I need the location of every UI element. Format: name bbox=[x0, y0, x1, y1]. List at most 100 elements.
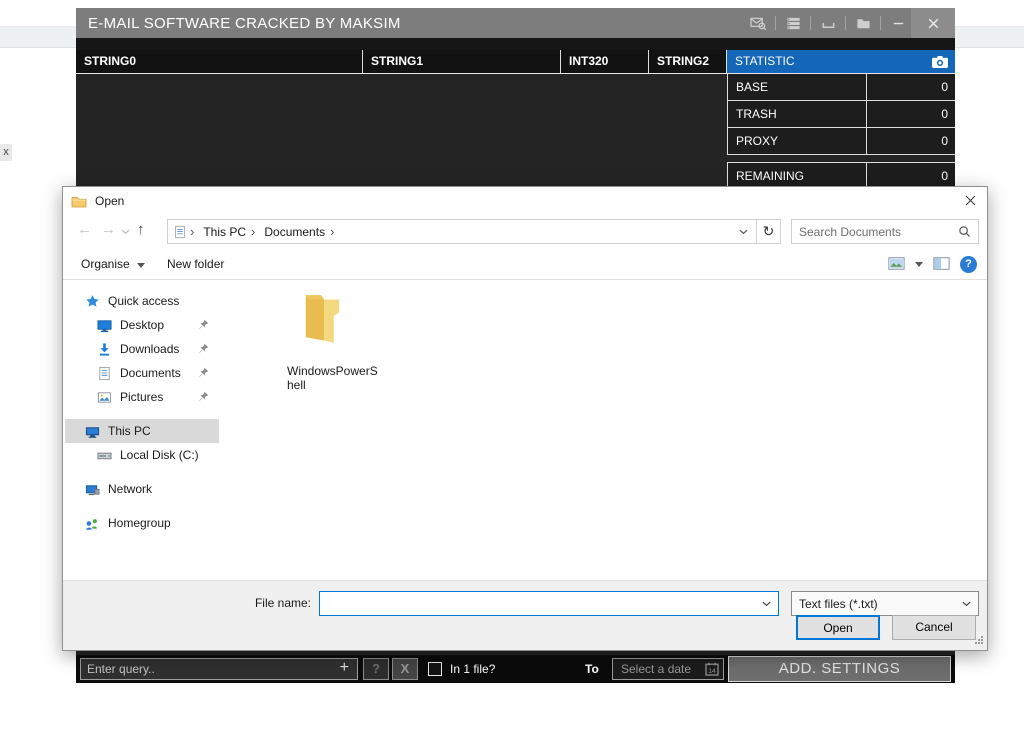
statistic-header[interactable]: STATISTIC bbox=[727, 50, 955, 73]
sidebar-item[interactable]: Local Disk (C:) bbox=[65, 443, 219, 467]
sidebar-item-label: Documents bbox=[120, 366, 181, 380]
file-item[interactable]: WindowsPowerShell bbox=[287, 288, 387, 392]
open-dialog: Open ← → ↑ › This PC›Documents› ↻ bbox=[62, 186, 988, 651]
chevron-down-icon[interactable] bbox=[915, 262, 923, 267]
up-icon[interactable]: ↑ bbox=[137, 221, 145, 238]
file-type-value: Text files (*.txt) bbox=[792, 597, 962, 611]
pin-icon bbox=[198, 343, 209, 354]
column-header[interactable]: STRING0 bbox=[76, 50, 363, 73]
titlebar-gap bbox=[76, 38, 955, 50]
dialog-body: Quick access Desktop Downloads Documents bbox=[63, 280, 987, 580]
folder-icon bbox=[295, 288, 387, 350]
close-button[interactable] bbox=[911, 8, 955, 38]
search-input[interactable] bbox=[792, 225, 958, 239]
folder-icon[interactable] bbox=[850, 8, 876, 38]
refresh-icon[interactable]: ↻ bbox=[756, 220, 780, 243]
statistic-value: 0 bbox=[867, 74, 955, 100]
camera-icon[interactable] bbox=[931, 55, 949, 69]
app-bottom-bar: + ? X In 1 file? To Select a date 14 ADD… bbox=[76, 655, 955, 683]
query-field[interactable]: + bbox=[80, 658, 358, 680]
back-icon[interactable]: ← bbox=[77, 221, 92, 238]
chevron-down-icon[interactable] bbox=[962, 601, 971, 607]
navigation-pane: Quick access Desktop Downloads Documents bbox=[63, 280, 221, 580]
sidebar-item[interactable]: Homegroup bbox=[65, 511, 219, 535]
add-query-button[interactable]: + bbox=[336, 659, 357, 679]
desktop-icon bbox=[97, 318, 114, 333]
statistic-label: REMAINING bbox=[728, 163, 867, 188]
statistic-value: 0 bbox=[867, 101, 955, 127]
tray-icon[interactable] bbox=[815, 8, 841, 38]
open-button[interactable]: Open bbox=[796, 615, 880, 640]
sidebar-item[interactable]: Documents bbox=[65, 361, 219, 385]
sidebar-item[interactable]: Quick access bbox=[65, 289, 219, 313]
sidebar-item[interactable]: This PC bbox=[65, 419, 219, 443]
organise-button[interactable]: Organise bbox=[81, 257, 145, 271]
cancel-button[interactable]: Cancel bbox=[892, 615, 976, 640]
mail-search-icon[interactable] bbox=[745, 8, 771, 38]
sidebar-item[interactable]: Network bbox=[65, 477, 219, 501]
star-icon bbox=[85, 294, 102, 309]
statistic-panel: BASE 0 TRASH 0 PROXY 0 REMAINING 0 bbox=[727, 74, 955, 189]
query-help-button[interactable]: ? bbox=[363, 658, 389, 680]
history-chevron-icon[interactable] bbox=[121, 229, 130, 235]
search-icon bbox=[958, 225, 971, 238]
preview-pane-icon[interactable] bbox=[933, 257, 950, 273]
statistic-value: 0 bbox=[867, 128, 955, 154]
query-clear-button[interactable]: X bbox=[392, 658, 418, 680]
file-name-combo[interactable] bbox=[319, 591, 779, 616]
sidebar-item[interactable]: Pictures bbox=[65, 385, 219, 409]
statistic-row: TRASH 0 bbox=[727, 101, 955, 128]
app-title: E-MAIL SOFTWARE CRACKED BY MAKSIM bbox=[76, 15, 745, 32]
breadcrumb-item[interactable]: This PC bbox=[197, 225, 248, 239]
breadcrumb-group: Documents› bbox=[258, 224, 337, 239]
list-icon[interactable] bbox=[780, 8, 806, 38]
file-name-label: File name: bbox=[213, 596, 311, 610]
network-icon bbox=[85, 482, 102, 497]
column-header[interactable]: INT320 bbox=[561, 50, 649, 73]
sidebar-item-label: Quick access bbox=[108, 294, 179, 308]
statistic-value: 0 bbox=[867, 163, 955, 188]
dialog-close-button[interactable] bbox=[953, 187, 987, 213]
date-picker[interactable]: Select a date 14 bbox=[612, 658, 724, 680]
file-name-input[interactable] bbox=[320, 597, 762, 611]
statistic-label: PROXY bbox=[728, 128, 867, 154]
stray-close-box[interactable]: x bbox=[0, 144, 12, 161]
titlebar-buttons bbox=[745, 8, 955, 38]
divider bbox=[810, 16, 811, 30]
help-button[interactable]: ? bbox=[960, 256, 977, 273]
chevron-down-icon bbox=[137, 263, 145, 268]
minimize-button[interactable] bbox=[885, 8, 911, 38]
address-dropdown-icon[interactable] bbox=[731, 229, 756, 235]
dialog-toolbar: Organise New folder ? bbox=[63, 249, 987, 280]
file-type-combo[interactable]: Text files (*.txt) bbox=[791, 591, 979, 616]
in-file-checkbox[interactable] bbox=[428, 662, 442, 676]
breadcrumb-chevron[interactable]: › bbox=[248, 224, 258, 239]
forward-icon[interactable]: → bbox=[101, 221, 116, 238]
computer-icon bbox=[85, 424, 102, 439]
new-folder-button[interactable]: New folder bbox=[167, 257, 224, 271]
breadcrumb-item[interactable]: Documents bbox=[258, 225, 327, 239]
sidebar-item-label: Downloads bbox=[120, 342, 179, 356]
search-field[interactable] bbox=[791, 219, 979, 244]
column-header[interactable]: STRING2 bbox=[649, 50, 727, 73]
query-input[interactable] bbox=[81, 662, 336, 676]
dialog-nav-bar: ← → ↑ › This PC›Documents› ↻ bbox=[63, 215, 987, 249]
dialog-title: Open bbox=[95, 194, 124, 208]
chevron-down-icon[interactable] bbox=[762, 601, 771, 607]
sidebar-item[interactable]: Desktop bbox=[65, 313, 219, 337]
breadcrumb-chevron[interactable]: › bbox=[327, 224, 337, 239]
thumbnail-view-icon[interactable] bbox=[888, 257, 905, 273]
file-name-label: WindowsPowerShell bbox=[287, 364, 379, 392]
column-header[interactable]: STRING1 bbox=[363, 50, 561, 73]
in-file-label: In 1 file? bbox=[450, 662, 495, 676]
pictures-icon bbox=[97, 390, 114, 405]
resize-grip[interactable] bbox=[974, 634, 984, 648]
sidebar-item-label: Desktop bbox=[120, 318, 164, 332]
calendar-icon[interactable]: 14 bbox=[705, 662, 719, 676]
address-bar[interactable]: › This PC›Documents› ↻ bbox=[167, 219, 781, 244]
statistic-row: REMAINING 0 bbox=[727, 162, 955, 189]
add-settings-button[interactable]: ADD. SETTINGS bbox=[728, 656, 951, 682]
pin-icon bbox=[198, 319, 209, 330]
sidebar-item[interactable]: Downloads bbox=[65, 337, 219, 361]
breadcrumb-group: This PC› bbox=[197, 224, 258, 239]
